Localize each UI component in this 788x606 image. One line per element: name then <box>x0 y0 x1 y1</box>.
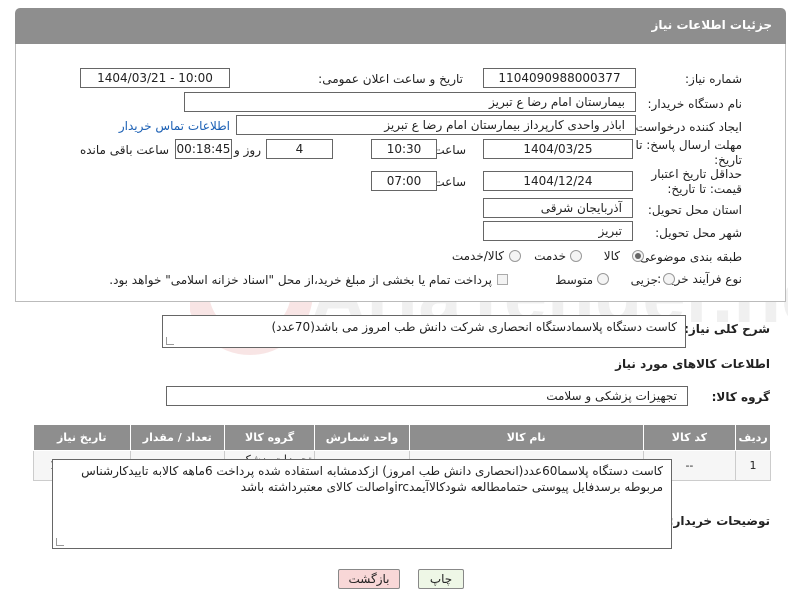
announce-date-field: 1404/03/21 - 10:00 <box>80 68 230 88</box>
reply-date-field: 1404/03/25 <box>483 139 633 159</box>
print-button[interactable]: چاپ <box>418 569 464 589</box>
col-header-code: کد کالا <box>642 424 737 451</box>
reply-time-label: ساعت <box>433 143 466 157</box>
col-header-row: ردیف <box>735 424 771 451</box>
treasury-payment-note: پرداخت تمام یا بخشی از مبلغ خرید،از محل … <box>109 273 492 287</box>
buyer-notes-label: توضیحات خریدار: <box>668 514 770 528</box>
section-header: جزئیات اطلاعات نیاز <box>15 8 786 44</box>
validity-time-field: 07:00 <box>371 171 437 191</box>
goods-group-field: تجهیزات پزشکی و سلامت <box>166 386 688 406</box>
col-header-unit: واحد شمارش <box>314 424 410 451</box>
need-number-label: شماره نیاز: <box>685 72 742 86</box>
province-label: استان محل تحویل: <box>647 203 742 217</box>
cell-row: 1 <box>735 450 771 481</box>
reply-time-field: 10:30 <box>371 139 437 159</box>
buyer-org-field: بیمارستان امام رضا ع تبریز <box>184 92 636 112</box>
process-radio-medium[interactable] <box>597 273 609 285</box>
process-option-medium: متوسط <box>555 273 593 287</box>
buyer-org-label: نام دستگاه خریدار: <box>647 97 743 111</box>
general-desc-label: شرح کلی نیاز: <box>684 322 770 336</box>
category-option-service: خدمت <box>534 249 566 263</box>
buyer-contact-link[interactable]: اطلاعات تماس خریدار <box>119 119 230 133</box>
col-header-group: گروه کالا <box>223 424 316 451</box>
remaining-label: ساعت باقی مانده <box>79 143 169 157</box>
validity-time-label: ساعت <box>433 175 466 189</box>
resize-grip-icon[interactable] <box>166 337 174 345</box>
validity-date-field: 1404/12/24 <box>483 171 633 191</box>
requester-label: ایجاد کننده درخواست: <box>631 120 742 134</box>
province-field: آذربایجان شرقی <box>483 198 633 218</box>
day-and-label: روز و <box>234 143 261 157</box>
category-radio-goods[interactable] <box>632 250 644 262</box>
general-desc-textarea[interactable]: کاست دستگاه پلاسمادستگاه انحصاری شرکت دا… <box>162 315 686 348</box>
need-number-field: 1104090988000377 <box>483 68 636 88</box>
resize-grip-icon[interactable] <box>56 538 64 546</box>
category-label: طبقه بندی موضوعی: <box>635 250 742 264</box>
category-option-goods-service: کالا/خدمت <box>451 249 504 263</box>
requester-field: اباذر واحدی کارپرداز بیمارستان امام رضا … <box>236 115 636 135</box>
back-button[interactable]: بازگشت <box>338 569 400 589</box>
col-header-date: تاریخ نیاز <box>33 424 131 451</box>
price-validity-label: حداقل تاریخ اعتبار قیمت: تا تاریخ: <box>651 167 742 196</box>
city-label: شهر محل تحویل: <box>655 226 742 240</box>
category-radio-goods-service[interactable] <box>509 250 521 262</box>
reply-deadline-label: مهلت ارسال پاسخ: تا تاریخ: <box>635 138 742 167</box>
col-header-qty: تعداد / مقدار <box>129 424 225 451</box>
category-option-goods: کالا <box>603 249 620 263</box>
buyer-notes-text: کاست دستگاه پلاسما60عدد(انحصاری دانش طب … <box>81 464 663 494</box>
goods-group-label: گروه کالا: <box>711 390 770 404</box>
days-field: 4 <box>266 139 333 159</box>
table-header-row: ردیف کد کالا نام کالا واحد شمارش گروه کا… <box>33 424 771 451</box>
category-radio-service[interactable] <box>570 250 582 262</box>
announce-date-label: تاریخ و ساعت اعلان عمومی: <box>318 72 463 86</box>
col-header-name: نام کالا <box>408 424 644 451</box>
process-option-minor: جزیی <box>630 273 658 287</box>
buyer-notes-textarea[interactable]: کاست دستگاه پلاسما60عدد(انحصاری دانش طب … <box>52 459 672 549</box>
goods-info-title: اطلاعات کالاهای مورد نیاز <box>615 357 770 371</box>
remaining-time-field: 00:18:45 <box>175 139 232 159</box>
city-field: تبریز <box>483 221 633 241</box>
treasury-payment-checkbox[interactable] <box>497 274 508 285</box>
page-title: جزئیات اطلاعات نیاز <box>651 18 772 32</box>
process-radio-minor[interactable] <box>663 273 675 285</box>
general-desc-text: کاست دستگاه پلاسمادستگاه انحصاری شرکت دا… <box>271 320 677 334</box>
